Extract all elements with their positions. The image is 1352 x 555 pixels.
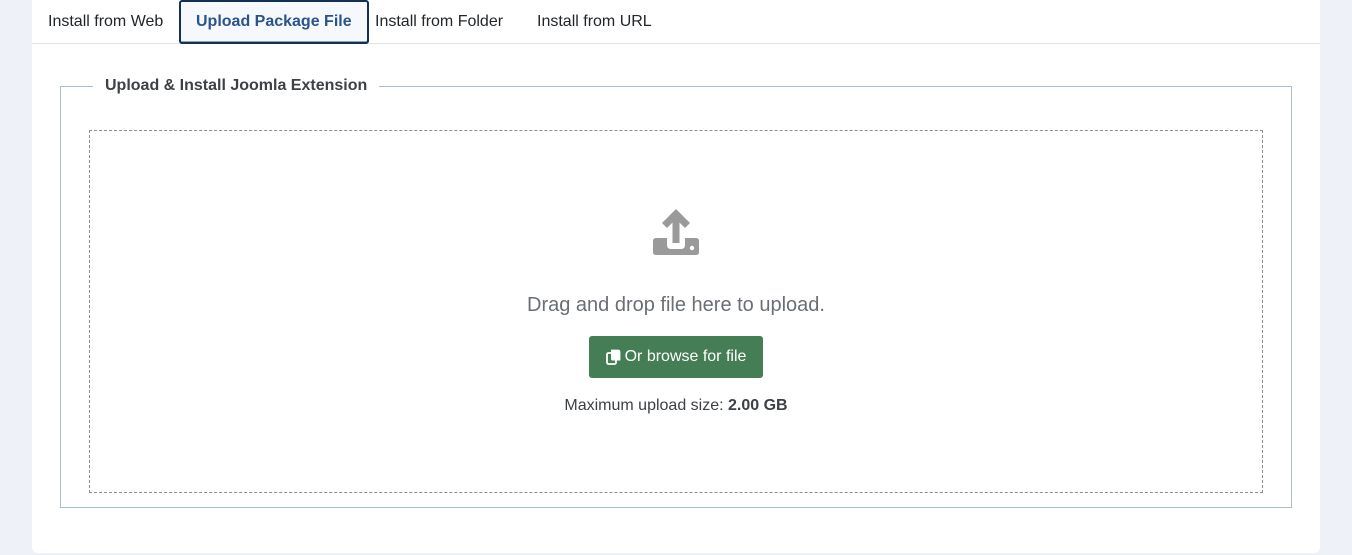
max-upload-size-value: 2.00 GB — [728, 397, 788, 414]
tab-install-from-web[interactable]: Install from Web — [48, 0, 163, 43]
drop-instructions: Drag and drop file here to upload. — [527, 294, 825, 316]
tab-install-from-url[interactable]: Install from URL — [537, 0, 652, 43]
drop-zone[interactable]: Drag and drop file here to upload. Or br… — [89, 130, 1263, 493]
browse-file-label: Or browse for file — [624, 348, 747, 365]
upload-fieldset: Upload & Install Joomla Extension Drag a… — [60, 75, 1292, 508]
install-tabs: Install from Web Upload Package File Ins… — [32, 0, 1320, 44]
upload-icon — [653, 209, 699, 255]
tab-install-from-folder[interactable]: Install from Folder — [375, 0, 503, 43]
installer-panel: Install from Web Upload Package File Ins… — [32, 0, 1320, 553]
max-upload-size: Maximum upload size: 2.00 GB — [90, 396, 1262, 416]
max-upload-size-label: Maximum upload size: — [564, 397, 724, 414]
tab-upload-package-file[interactable]: Upload Package File — [179, 0, 369, 44]
fieldset-legend: Upload & Install Joomla Extension — [93, 75, 380, 97]
copy-icon — [605, 349, 620, 365]
browse-file-button[interactable]: Or browse for file — [589, 336, 763, 378]
